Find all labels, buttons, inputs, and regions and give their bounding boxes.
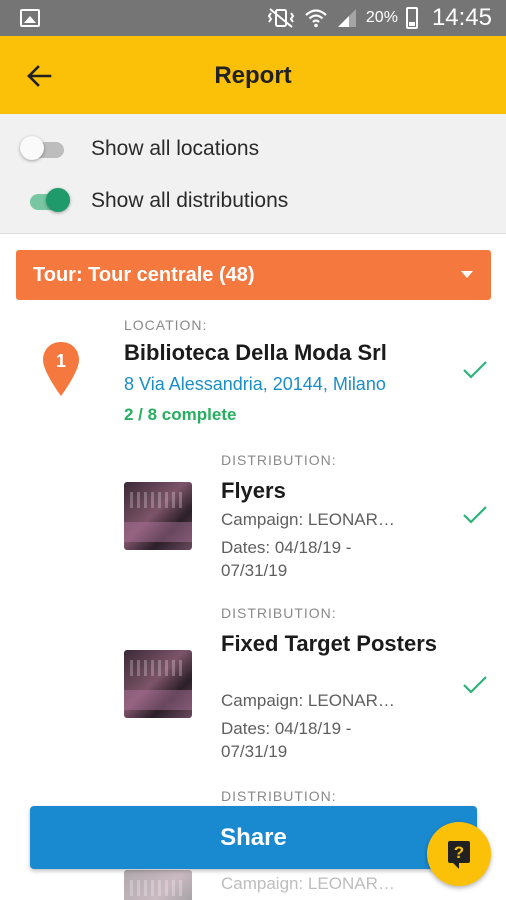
- vibrate-mute-icon: [267, 8, 295, 28]
- share-button[interactable]: Share: [30, 806, 477, 869]
- tour-label: Tour: Tour centrale (48): [33, 264, 255, 286]
- help-icon: ?: [448, 841, 470, 869]
- app-bar: Report: [0, 36, 506, 114]
- check-icon: [463, 676, 487, 694]
- distribution-name: Fixed Target Posters: [221, 631, 437, 656]
- status-icons: 20% 14:45: [266, 0, 492, 36]
- map-pin-icon: 1: [43, 342, 79, 396]
- distribution-campaign: Campaign: LEONAR…: [221, 691, 395, 710]
- clock: 14:45: [431, 4, 492, 31]
- gallery-notification-icon: [20, 9, 40, 27]
- distribution-thumbnail: [124, 650, 192, 718]
- tour-selector[interactable]: Tour: Tour centrale (48): [16, 250, 491, 300]
- switch-thumb: [20, 136, 44, 160]
- distribution-caption: DISTRIBUTION:: [221, 605, 337, 621]
- status-bar: 20% 14:45: [0, 0, 506, 36]
- signal-icon: [337, 9, 356, 27]
- dropdown-caret-icon: [461, 271, 473, 278]
- show-all-locations-row[interactable]: Show all locations: [0, 126, 506, 170]
- distribution-caption: DISTRIBUTION:: [221, 788, 337, 804]
- show-all-distributions-label: Show all distributions: [91, 189, 289, 212]
- show-all-distributions-switch[interactable]: [20, 188, 70, 212]
- show-all-locations-label: Show all locations: [91, 137, 260, 160]
- switch-thumb: [46, 188, 70, 212]
- distribution-caption: DISTRIBUTION:: [221, 452, 337, 468]
- page-title: Report: [214, 62, 292, 89]
- distribution-campaign: Campaign: LEONAR…: [221, 510, 395, 529]
- check-icon: [463, 506, 487, 524]
- location-address-link[interactable]: 8 Via Alessandria, 20144, Milano: [124, 374, 386, 395]
- distribution-thumbnail: [124, 482, 192, 550]
- show-all-locations-switch[interactable]: [20, 136, 64, 160]
- distribution-name: Flyers: [221, 478, 286, 503]
- wifi-icon: [305, 9, 327, 28]
- check-icon: [463, 361, 487, 379]
- location-name: Biblioteca Della Moda Srl: [124, 340, 387, 365]
- show-all-distributions-row[interactable]: Show all distributions: [0, 178, 506, 222]
- battery-percent: 20%: [365, 9, 398, 26]
- pin-number: 1: [56, 351, 66, 371]
- distribution-dates: Dates: 04/18/19 - 07/31/19: [221, 719, 352, 761]
- distribution-dates: Dates: 04/18/19 - 07/31/19: [221, 538, 352, 580]
- distribution-campaign: Campaign: LEONAR…: [221, 874, 395, 893]
- battery-icon: [405, 7, 418, 29]
- svg-text:?: ?: [454, 843, 464, 862]
- filter-toggles: Show all locations Show all distribution…: [0, 114, 506, 234]
- distribution-thumbnail: [124, 870, 192, 900]
- location-progress: 2 / 8 complete: [124, 405, 237, 424]
- help-button[interactable]: ?: [427, 822, 491, 886]
- location-caption: LOCATION:: [124, 317, 208, 333]
- distribution-item-faded: Campaign: LEONAR…: [0, 868, 506, 900]
